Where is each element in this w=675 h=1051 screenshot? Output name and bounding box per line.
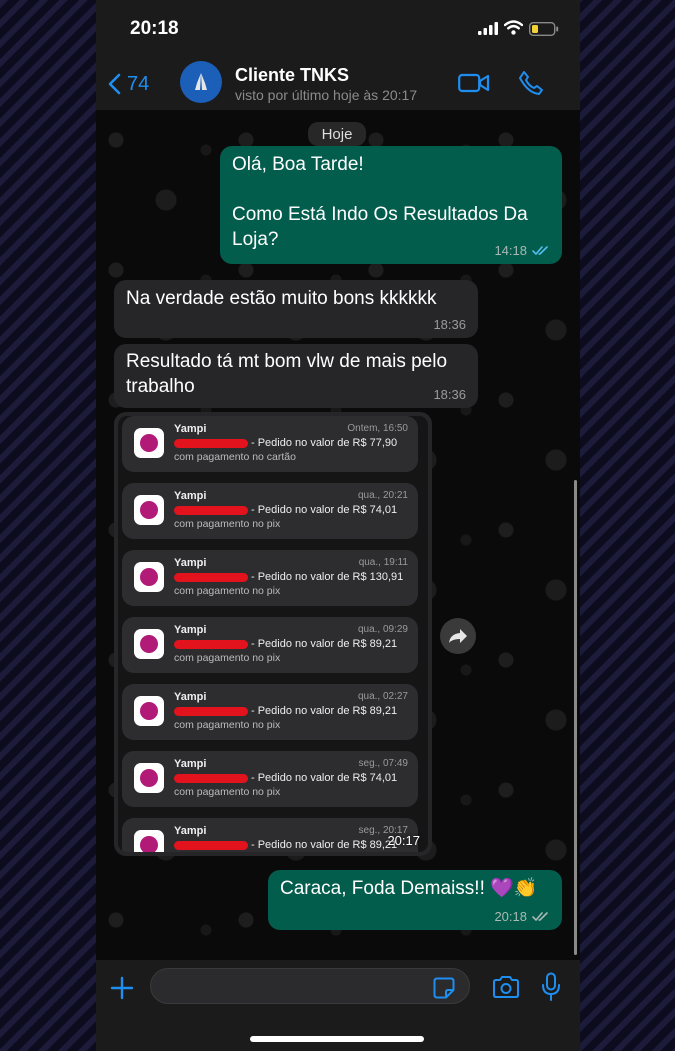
yampi-app-icon	[134, 629, 164, 659]
home-indicator[interactable]	[250, 1036, 424, 1042]
notification-time: qua., 19:11	[358, 557, 408, 568]
forward-button[interactable]	[440, 618, 476, 654]
chat-scrollbar[interactable]	[574, 480, 577, 955]
notification-item: Yampi qua., 19:11 - Pedido no valor de R…	[122, 550, 418, 606]
notification-text: - Pedido no valor de R$ 77,90	[251, 437, 398, 449]
image-message[interactable]: Yampi Ontem, 16:50 - Pedido no valor de …	[114, 412, 432, 856]
notification-item: Yampi qua., 09:29 - Pedido no valor de R…	[122, 617, 418, 673]
notification-app: Yampi	[174, 423, 207, 435]
wifi-icon	[504, 20, 523, 35]
read-double-check-icon	[532, 246, 548, 256]
message-text: Na verdade estão muito bons kkkkkk	[126, 288, 437, 309]
microphone-icon[interactable]	[541, 972, 561, 1002]
notification-detail: com pagamento no pix	[174, 719, 281, 731]
message-time: 18:36	[433, 387, 466, 402]
notification-app: Yampi	[174, 825, 207, 837]
notification-item: Yampi seg., 20:17 - Pedido no valor de R…	[122, 818, 418, 852]
message-time: 20:18	[494, 909, 527, 924]
message-text: Olá, Boa Tarde! Como Está Indo Os Result…	[232, 154, 528, 250]
phone-screen: 20:18 74 Cliente TNKS visto por último h…	[96, 0, 580, 1051]
notification-text: - Pedido no valor de R$ 130,91	[251, 571, 404, 583]
praying-hands-icon	[195, 73, 207, 90]
message-time: 14:18	[494, 243, 527, 258]
sticker-icon[interactable]	[433, 977, 455, 999]
notification-time: qua., 09:29	[357, 624, 408, 635]
contact-last-seen: visto por último hoje às 20:17	[235, 87, 418, 103]
notification-app: Yampi	[174, 557, 207, 569]
yampi-app-icon	[134, 763, 164, 793]
incoming-message[interactable]: Resultado tá mt bom vlw de mais pelo tra…	[114, 344, 478, 408]
notification-detail: com pagamento no pix	[174, 652, 281, 664]
notification-time: Ontem, 16:50	[347, 423, 408, 434]
notification-time: qua., 02:27	[357, 691, 408, 702]
delivered-double-check-icon	[532, 912, 548, 922]
plus-icon[interactable]	[110, 976, 134, 1000]
message-input[interactable]	[150, 968, 470, 1004]
yampi-app-icon	[134, 428, 164, 458]
incoming-message[interactable]: Na verdade estão muito bons kkkkkk 18:36	[114, 280, 478, 338]
video-camera-icon[interactable]	[458, 72, 490, 94]
notification-app: Yampi	[174, 490, 207, 502]
notification-text: - Pedido no valor de R$ 74,01	[251, 504, 398, 516]
battery-icon	[529, 22, 559, 36]
message-text: Resultado tá mt bom vlw de mais pelo tra…	[126, 351, 448, 397]
notification-detail: com pagamento no pix	[174, 786, 281, 798]
camera-icon[interactable]	[492, 975, 520, 999]
notification-text: - Pedido no valor de R$ 89,21	[251, 705, 398, 717]
contact-name[interactable]: Cliente TNKS	[235, 65, 349, 86]
yampi-app-icon	[134, 696, 164, 726]
notification-detail: com pagamento no cartão	[174, 451, 296, 463]
avatar[interactable]	[180, 61, 222, 103]
notification-app: Yampi	[174, 691, 207, 703]
status-time: 20:18	[130, 18, 179, 39]
yampi-app-icon	[134, 495, 164, 525]
message-time: 20:17	[387, 833, 420, 848]
chat-header: 74 Cliente TNKS visto por último hoje às…	[96, 58, 580, 110]
notification-time: seg., 07:49	[358, 758, 408, 769]
notification-item: Yampi qua., 02:27 - Pedido no valor de R…	[122, 684, 418, 740]
yampi-app-icon	[134, 562, 164, 592]
notification-item: Yampi seg., 07:49 - Pedido no valor de R…	[122, 751, 418, 807]
unread-count: 74	[127, 72, 150, 95]
notification-time: qua., 20:21	[357, 490, 408, 501]
notification-text: - Pedido no valor de R$ 74,01	[251, 772, 398, 784]
date-separator: Hoje	[308, 122, 366, 146]
message-text: Caraca, Foda Demaiss!! 💜👏	[280, 878, 538, 899]
phone-icon[interactable]	[518, 70, 544, 96]
message-composer	[96, 960, 580, 1051]
outgoing-message[interactable]: Caraca, Foda Demaiss!! 💜👏 20:18	[268, 870, 562, 930]
notification-item: Yampi Ontem, 16:50 - Pedido no valor de …	[122, 416, 418, 472]
message-time: 18:36	[433, 317, 466, 332]
yampi-app-icon	[134, 830, 164, 852]
notification-text: - Pedido no valor de R$ 89,21	[251, 839, 398, 851]
notification-item: Yampi qua., 20:21 - Pedido no valor de R…	[122, 483, 418, 539]
signal-icon	[478, 22, 498, 35]
status-bar: 20:18	[96, 0, 580, 58]
chevron-left-icon	[108, 73, 121, 95]
chat-area[interactable]: Hoje Olá, Boa Tarde! Como Está Indo Os R…	[96, 110, 580, 960]
back-button[interactable]: 74	[108, 70, 149, 98]
notification-detail: com pagamento no pix	[174, 585, 281, 597]
forward-arrow-icon	[449, 629, 467, 643]
notification-app: Yampi	[174, 758, 207, 770]
notification-text: - Pedido no valor de R$ 89,21	[251, 638, 398, 650]
outgoing-message[interactable]: Olá, Boa Tarde! Como Está Indo Os Result…	[220, 146, 562, 264]
notification-detail: com pagamento no pix	[174, 518, 281, 530]
notification-app: Yampi	[174, 624, 207, 636]
notifications-screenshot[interactable]: Yampi Ontem, 16:50 - Pedido no valor de …	[118, 416, 428, 852]
